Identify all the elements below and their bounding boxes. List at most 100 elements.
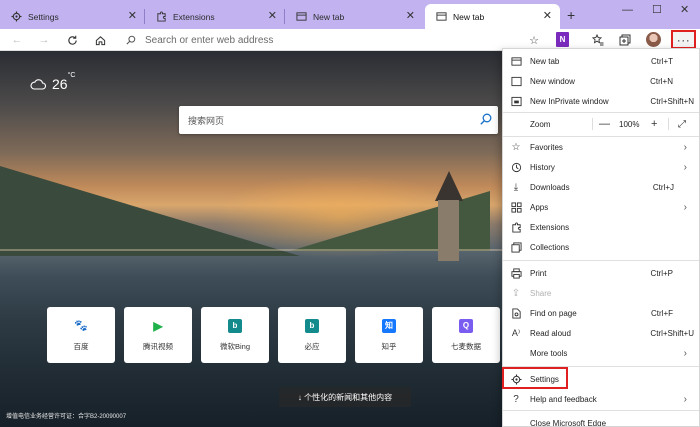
menu-item-label: Settings (530, 374, 559, 384)
history-icon (510, 161, 522, 173)
gear-icon (510, 373, 522, 385)
menu-item-apps[interactable]: Apps › (503, 197, 699, 217)
shortcut-label: Ctrl+P (650, 268, 673, 278)
zoom-out-button[interactable]: — (599, 118, 610, 130)
onenote-icon[interactable]: N (556, 32, 569, 47)
menu-item-read-aloud[interactable]: A⁾ Read aloud Ctrl+Shift+U (503, 323, 699, 343)
search-placeholder: 搜索网页 (188, 115, 225, 126)
quick-link-tile[interactable]: ▶ 腾讯视频 (124, 307, 192, 363)
menu-item-new-tab[interactable]: New tab Ctrl+T (503, 51, 699, 71)
tab-label: Settings (28, 11, 59, 22)
cloud-icon (30, 78, 46, 90)
puzzle-icon (155, 11, 167, 23)
menu-item-label: New window (530, 76, 575, 86)
chevron-right-icon: › (683, 141, 687, 153)
menu-item-settings[interactable]: Settings (503, 369, 699, 389)
profile-avatar[interactable] (646, 32, 661, 47)
quick-link-tile[interactable]: 知 知乎 (355, 307, 423, 363)
address-bar[interactable]: Search or enter web address (118, 30, 550, 50)
close-window-icon[interactable]: ✕ (680, 3, 689, 17)
chevron-right-icon: › (683, 393, 687, 405)
quick-link-tile[interactable]: b 必应 (278, 307, 346, 363)
menu-item-new-window[interactable]: New window Ctrl+N (503, 71, 699, 91)
menu-item-label: Downloads (530, 182, 570, 192)
zoom-level: 100% (619, 119, 640, 129)
menu-divider (503, 260, 699, 261)
quick-link-tile[interactable]: Q 七麦数据 (432, 307, 500, 363)
settings-and-more-menu: New tab Ctrl+T New window Ctrl+N New InP… (502, 48, 700, 427)
menu-item-new-inprivate[interactable]: New InPrivate window Ctrl+Shift+N (503, 91, 699, 111)
menu-item-label: Share (530, 288, 552, 298)
menu-divider (503, 410, 699, 411)
shortcut-label: Ctrl+F (651, 308, 673, 318)
close-icon[interactable]: ✕ (268, 10, 277, 22)
settings-and-more-button[interactable]: ··· (671, 30, 696, 49)
menu-item-history[interactable]: History › (503, 157, 699, 177)
new-tab-icon (510, 55, 522, 67)
zoom-in-button[interactable]: + (651, 118, 657, 130)
personalize-news-button[interactable]: ↓ 个性化的新闻和其他内容 (279, 387, 411, 407)
gear-icon (10, 11, 22, 23)
menu-item-print[interactable]: Print Ctrl+P (503, 263, 699, 283)
menu-item-downloads[interactable]: ⤓ Downloads Ctrl+J (503, 177, 699, 197)
tile-label: 微软Bing (219, 341, 250, 351)
menu-item-more-tools[interactable]: More tools › (503, 343, 699, 363)
puzzle-icon (510, 221, 522, 233)
close-icon[interactable]: ✕ (128, 10, 137, 22)
inprivate-icon (510, 95, 522, 107)
menu-item-label: Zoom (530, 119, 551, 129)
menu-item-label: More tools (530, 348, 568, 358)
close-icon[interactable]: ✕ (543, 10, 552, 22)
quick-link-tile[interactable]: b 微软Bing (201, 307, 269, 363)
menu-divider (503, 366, 699, 367)
apps-icon (510, 201, 522, 213)
tab-extensions[interactable]: Extensions ✕ (145, 4, 285, 29)
menu-item-label: Collections (530, 242, 570, 252)
quick-links: 🐾 百度 ▶ 腾讯视频 b 微软Bing b 必应 知 知乎 Q 七麦数据 (47, 307, 500, 363)
menu-item-close-edge[interactable]: Close Microsoft Edge (503, 413, 699, 427)
weather-widget[interactable]: 26°C (30, 72, 75, 92)
tab-new-tab-active[interactable]: New tab ✕ (425, 4, 560, 29)
collections-icon[interactable] (617, 32, 633, 48)
tile-label: 百度 (73, 341, 89, 351)
menu-item-share: ⇪ Share (503, 283, 699, 303)
weather-unit: °C (67, 72, 76, 79)
new-tab-button[interactable]: + (567, 8, 575, 22)
menu-item-label: Print (530, 268, 547, 278)
quick-link-tile[interactable]: 🐾 百度 (47, 307, 115, 363)
tile-label: 知乎 (381, 341, 397, 351)
menu-item-label: Find on page (530, 308, 577, 318)
shortcut-label: Ctrl+Shift+U (650, 328, 694, 338)
tab-new-tab[interactable]: New tab ✕ (285, 4, 423, 29)
menu-item-favorites[interactable]: ☆ Favorites › (503, 137, 699, 157)
menu-item-collections[interactable]: Collections (503, 237, 699, 257)
close-icon[interactable]: ✕ (406, 10, 415, 22)
refresh-icon[interactable] (64, 32, 80, 48)
shortcut-label: Ctrl+N (650, 76, 673, 86)
maximize-icon[interactable]: ☐ (652, 3, 662, 17)
help-icon: ? (513, 393, 519, 405)
menu-item-help-feedback[interactable]: ? Help and feedback › (503, 389, 699, 409)
share-icon: ⇪ (511, 287, 521, 299)
favorites-icon[interactable] (590, 32, 606, 48)
tab-settings[interactable]: Settings ✕ (0, 4, 145, 29)
read-aloud-icon: A⁾ (511, 327, 521, 338)
chevron-right-icon: › (683, 161, 687, 173)
menu-item-extensions[interactable]: Extensions (503, 217, 699, 237)
minimize-icon[interactable]: — (622, 3, 633, 17)
tab-label: New tab (453, 11, 485, 22)
tab-label: Extensions (173, 11, 215, 22)
menu-item-find-on-page[interactable]: Find on page Ctrl+F (503, 303, 699, 323)
web-search-box[interactable]: 搜索网页 (179, 106, 498, 134)
favorite-star-icon[interactable]: ☆ (526, 32, 542, 48)
search-icon[interactable] (480, 113, 492, 127)
fullscreen-icon[interactable]: ⤢ (678, 119, 686, 130)
menu-item-label: Close Microsoft Edge (530, 418, 607, 427)
bing-icon: b (228, 318, 242, 333)
tab-label: New tab (313, 11, 345, 22)
home-icon[interactable] (92, 32, 108, 48)
forward-icon[interactable]: → (36, 32, 52, 48)
background-image (0, 166, 300, 256)
bing-icon: b (305, 318, 319, 333)
back-icon[interactable]: ← (9, 32, 25, 48)
